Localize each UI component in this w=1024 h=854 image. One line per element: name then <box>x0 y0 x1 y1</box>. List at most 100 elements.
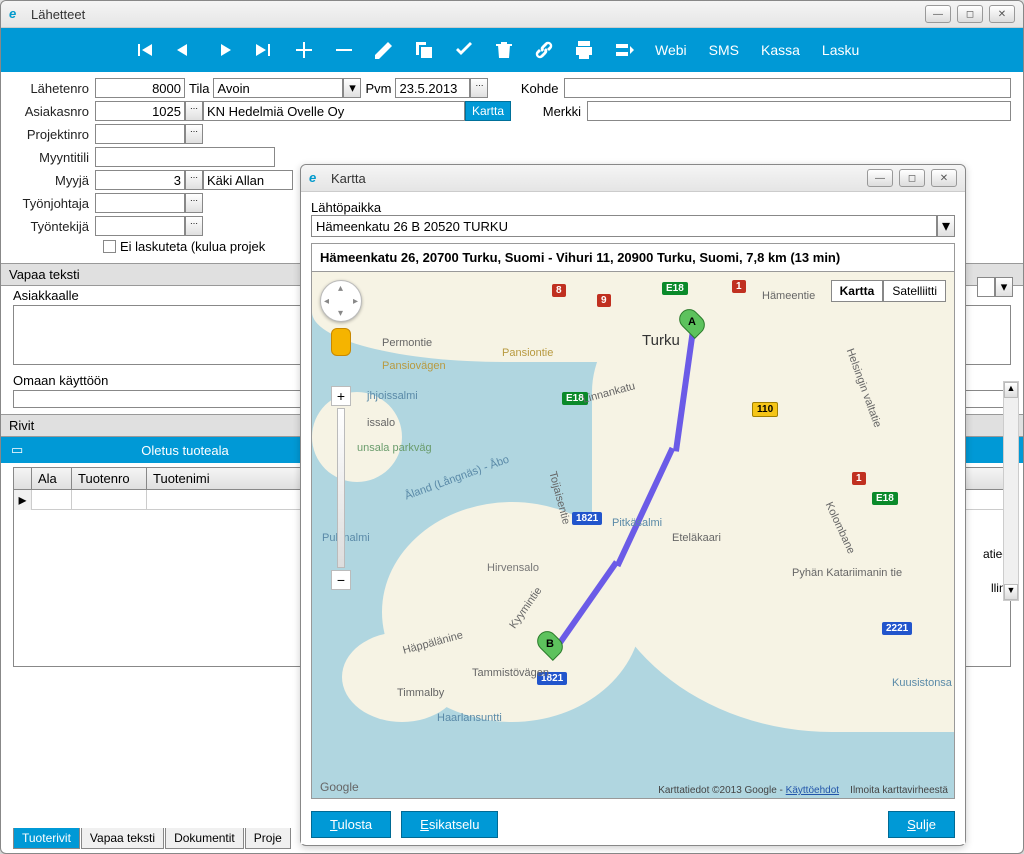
tyonjohtaja-input[interactable] <box>95 193 185 213</box>
tyonjohtaja-lookup-button[interactable]: ⋯ <box>185 193 203 213</box>
tab-dokumentit[interactable]: Dokumentit <box>165 828 244 849</box>
map-place-label: Pansiontie <box>502 347 553 359</box>
prev-icon[interactable] <box>167 33 201 67</box>
road-110-shield-icon: 110 <box>752 402 778 417</box>
window-title: Lähetteet <box>31 7 925 22</box>
asiakasnro-input[interactable] <box>95 101 185 121</box>
grid-row-selector <box>14 468 32 489</box>
tyontekija-input[interactable] <box>95 216 185 236</box>
scrollbar[interactable]: ▲ ▼ <box>1003 381 1019 601</box>
asiakasnro-lookup-button[interactable]: ⋯ <box>185 101 203 121</box>
map-canvas[interactable]: A B Turku E18 E18 E18 1 8 9 1 110 1821 1… <box>311 272 955 799</box>
map-place-label: Pitkäsalmi <box>612 517 662 529</box>
tab-tuoterivit[interactable]: Tuoterivit <box>13 828 80 849</box>
pan-up-icon[interactable]: ▴ <box>338 283 343 294</box>
lahetenro-label: Lähetenro <box>13 81 95 96</box>
pan-control[interactable]: ▴ ▾ ◂ ▸ <box>320 280 362 322</box>
pan-down-icon[interactable]: ▾ <box>338 308 343 319</box>
copy-icon[interactable] <box>407 33 441 67</box>
next-icon[interactable] <box>207 33 241 67</box>
unknown-select[interactable] <box>977 277 995 297</box>
pvm-input[interactable] <box>395 78 470 98</box>
pan-right-icon[interactable]: ▸ <box>353 296 358 307</box>
maximize-button[interactable]: ◻ <box>957 5 983 23</box>
tulosta-button[interactable]: Tulosta <box>311 811 391 838</box>
myyja-input[interactable] <box>95 170 185 190</box>
terms-link[interactable]: Käyttöehdot <box>786 785 839 796</box>
zoom-in-button[interactable]: + <box>331 386 351 406</box>
kohde-input[interactable] <box>564 78 1011 98</box>
lahtopaikka-select[interactable] <box>311 215 937 237</box>
trash-icon[interactable] <box>487 33 521 67</box>
minimize-button[interactable]: — <box>925 5 951 23</box>
check-icon[interactable] <box>447 33 481 67</box>
tabs: Tuoterivit Vapaa teksti Dokumentit Proje <box>13 828 292 849</box>
kassa-link[interactable]: Kassa <box>753 42 808 58</box>
tila-dropdown-icon[interactable]: ▾ <box>343 78 361 98</box>
lasku-link[interactable]: Lasku <box>814 42 867 58</box>
pegman-icon[interactable] <box>331 328 351 356</box>
scroll-up-icon[interactable]: ▲ <box>1004 382 1018 398</box>
close-button[interactable]: ✕ <box>989 5 1015 23</box>
map-controls: ▴ ▾ ◂ ▸ + − <box>320 280 362 590</box>
projektinro-label: Projektinro <box>13 127 95 142</box>
pvm-picker-button[interactable]: ⋯ <box>470 78 488 98</box>
app-icon: e <box>309 170 325 186</box>
map-minimize-button[interactable]: — <box>867 169 893 187</box>
projektinro-input[interactable] <box>95 124 185 144</box>
road-9-shield-icon: 9 <box>597 294 611 307</box>
myyja-nimi-input[interactable] <box>203 170 293 190</box>
sms-link[interactable]: SMS <box>701 42 747 58</box>
myyntitili-input[interactable] <box>95 147 275 167</box>
scroll-down-icon[interactable]: ▼ <box>1004 584 1018 600</box>
remove-icon[interactable] <box>327 33 361 67</box>
kartta-button[interactable]: Kartta <box>465 101 511 121</box>
map-type-kartta-button[interactable]: Kartta <box>831 280 884 302</box>
map-titlebar: e Kartta — ◻ ✕ <box>301 165 965 192</box>
unknown-dropdown-icon[interactable]: ▾ <box>995 277 1013 297</box>
map-place-label: Haarlansuntti <box>437 712 502 724</box>
pan-left-icon[interactable]: ◂ <box>324 296 329 307</box>
tila-select[interactable] <box>213 78 343 98</box>
map-dialog: e Kartta — ◻ ✕ Lähtöpaikka ▾ Hämeenkatu … <box>300 164 966 846</box>
link-icon[interactable] <box>527 33 561 67</box>
grid-header-tuotenro[interactable]: Tuotenro <box>72 468 147 489</box>
credits-text: Karttatiedot ©2013 Google - <box>658 785 785 796</box>
tyontekija-lookup-button[interactable]: ⋯ <box>185 216 203 236</box>
tab-vapaa-teksti[interactable]: Vapaa teksti <box>81 828 164 849</box>
grid-header-ala[interactable]: Ala <box>32 468 72 489</box>
map-close-button[interactable]: ✕ <box>931 169 957 187</box>
lahtopaikka-label: Lähtöpaikka <box>311 200 955 215</box>
map-place-label: Eteläkaari <box>672 532 721 544</box>
last-icon[interactable] <box>247 33 281 67</box>
lahetenro-input[interactable] <box>95 78 185 98</box>
map-place-label: Kuusistonsa <box>892 677 952 689</box>
add-icon[interactable] <box>287 33 321 67</box>
map-place-label: Timmalby <box>397 687 444 699</box>
map-type-satelliitti-button[interactable]: Satelliitti <box>883 280 946 302</box>
esikatselu-button[interactable]: Esikatselu <box>401 811 498 838</box>
print-icon[interactable] <box>567 33 601 67</box>
zoom-out-button[interactable]: − <box>331 570 351 590</box>
merkki-input[interactable] <box>587 101 1011 121</box>
edit-icon[interactable] <box>367 33 401 67</box>
ei-laskuteta-checkbox[interactable] <box>103 240 116 253</box>
settings-icon[interactable] <box>607 33 641 67</box>
tab-proje[interactable]: Proje <box>245 828 291 849</box>
merkki-label: Merkki <box>511 104 587 119</box>
grid-icon[interactable]: ▭ <box>11 442 23 458</box>
lahtopaikka-dropdown-icon[interactable]: ▾ <box>937 215 955 237</box>
grid-cell[interactable] <box>72 490 147 510</box>
projektinro-lookup-button[interactable]: ⋯ <box>185 124 203 144</box>
report-error-link[interactable]: Ilmoita karttavirheestä <box>850 785 948 796</box>
zoom-slider[interactable] <box>337 408 345 568</box>
first-icon[interactable] <box>127 33 161 67</box>
toolbar: Webi SMS Kassa Lasku <box>1 28 1023 72</box>
map-maximize-button[interactable]: ◻ <box>899 169 925 187</box>
kohde-label: Kohde <box>488 81 564 96</box>
webi-link[interactable]: Webi <box>647 42 695 58</box>
sulje-button[interactable]: Sulje <box>888 811 955 838</box>
grid-cell[interactable] <box>32 490 72 510</box>
myyja-lookup-button[interactable]: ⋯ <box>185 170 203 190</box>
asiakasnimi-input[interactable] <box>203 101 465 121</box>
